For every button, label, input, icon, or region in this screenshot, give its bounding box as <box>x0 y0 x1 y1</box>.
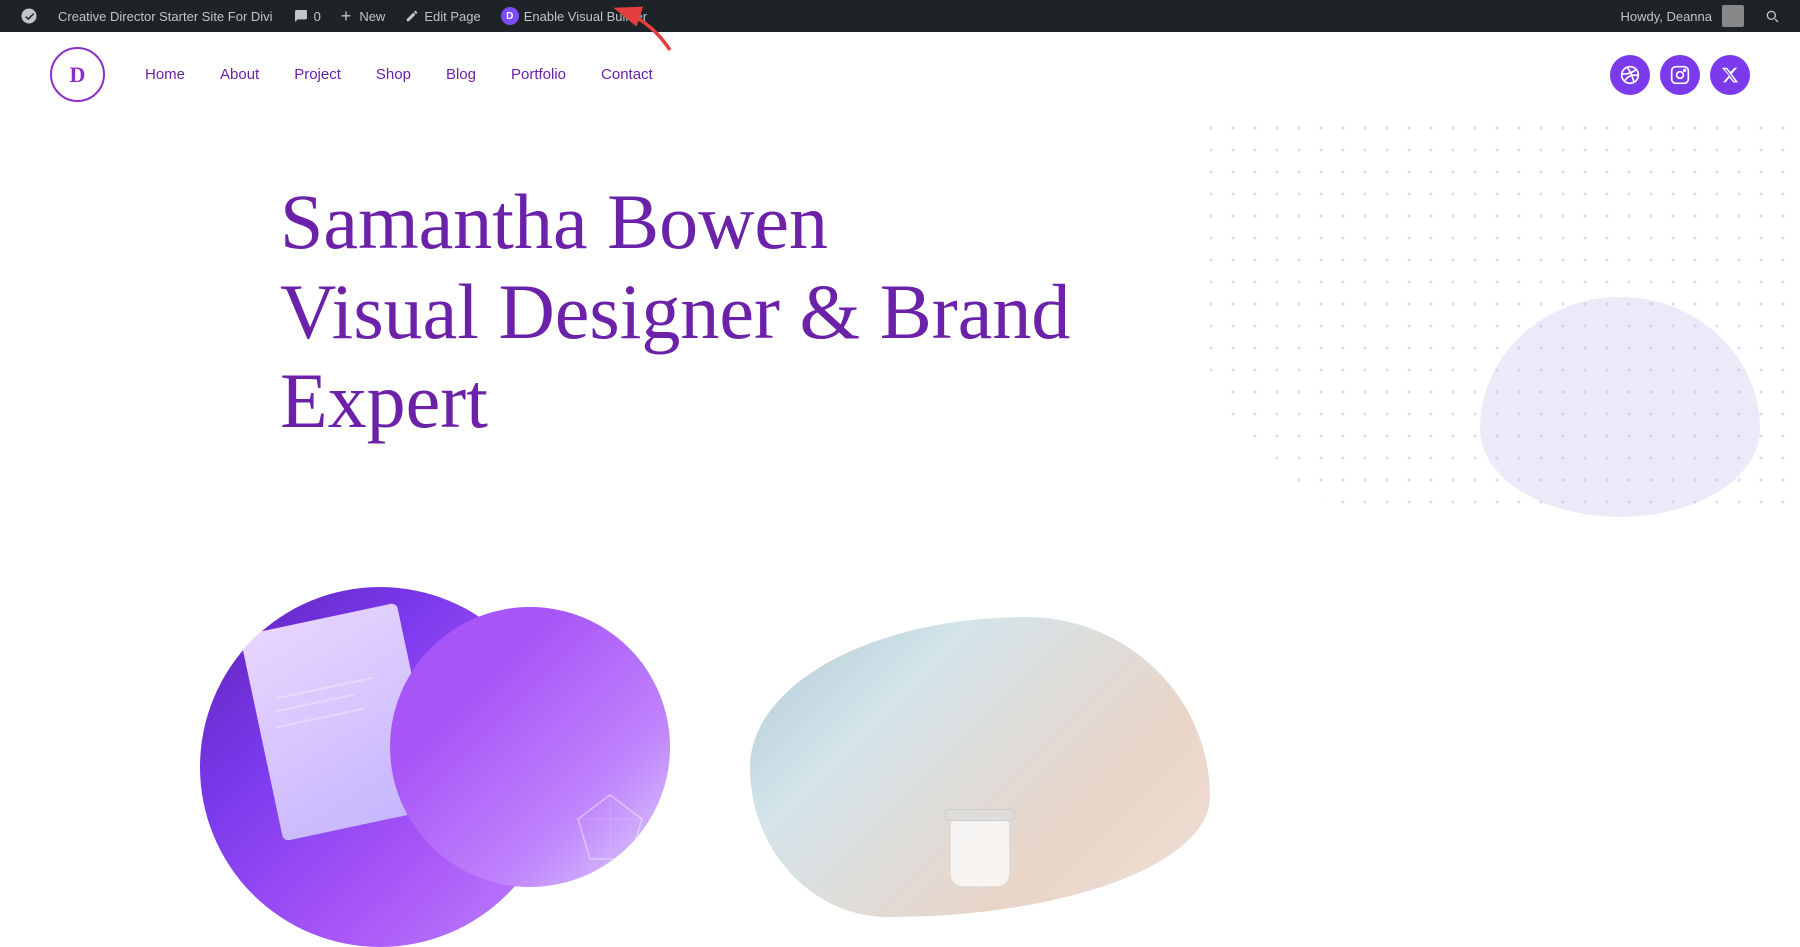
nav-home[interactable]: Home <box>145 66 185 83</box>
site-name-link[interactable]: Creative Director Starter Site For Divi <box>48 0 283 32</box>
new-content-button[interactable]: + New <box>331 0 396 32</box>
hero-section: Samantha Bowen Visual Designer & Brand E… <box>0 117 1800 617</box>
hero-title: Samantha Bowen Visual Designer & Brand E… <box>280 177 1080 446</box>
portfolio-item-right <box>750 647 1250 927</box>
nav-shop[interactable]: Shop <box>376 66 411 83</box>
divi-icon: D <box>501 7 519 25</box>
nav-blog[interactable]: Blog <box>446 66 476 83</box>
logo-letter: D <box>70 62 86 88</box>
nav-about[interactable]: About <box>220 66 259 83</box>
edit-page-button[interactable]: Edit Page <box>395 0 490 32</box>
search-button[interactable] <box>1754 0 1790 32</box>
nav-project[interactable]: Project <box>294 66 341 83</box>
dribbble-icon[interactable] <box>1610 55 1650 95</box>
nav-contact[interactable]: Contact <box>601 66 653 83</box>
x-twitter-icon[interactable] <box>1710 55 1750 95</box>
social-icons <box>1610 55 1750 95</box>
site-header: D Home About Project Shop Blog Portfolio… <box>0 32 1800 117</box>
main-nav: Home About Project Shop Blog Portfolio C… <box>145 66 653 83</box>
nav-portfolio[interactable]: Portfolio <box>511 66 566 83</box>
site-logo[interactable]: D <box>50 47 105 102</box>
howdy-user[interactable]: Howdy, Deanna <box>1610 0 1754 32</box>
portfolio-item-left <box>200 647 670 927</box>
admin-bar-right: Howdy, Deanna <box>1610 0 1790 32</box>
instagram-icon[interactable] <box>1660 55 1700 95</box>
comments-button[interactable]: 0 <box>283 0 331 32</box>
admin-bar: Creative Director Starter Site For Divi … <box>0 0 1800 32</box>
portfolio-preview <box>0 617 1800 927</box>
blob-shape <box>750 617 1210 917</box>
purple-circle-overlap <box>390 607 670 887</box>
gem-icon <box>570 787 650 867</box>
enable-visual-builder-button[interactable]: D Enable Visual Builder <box>491 0 657 32</box>
wp-logo-button[interactable] <box>10 0 48 32</box>
